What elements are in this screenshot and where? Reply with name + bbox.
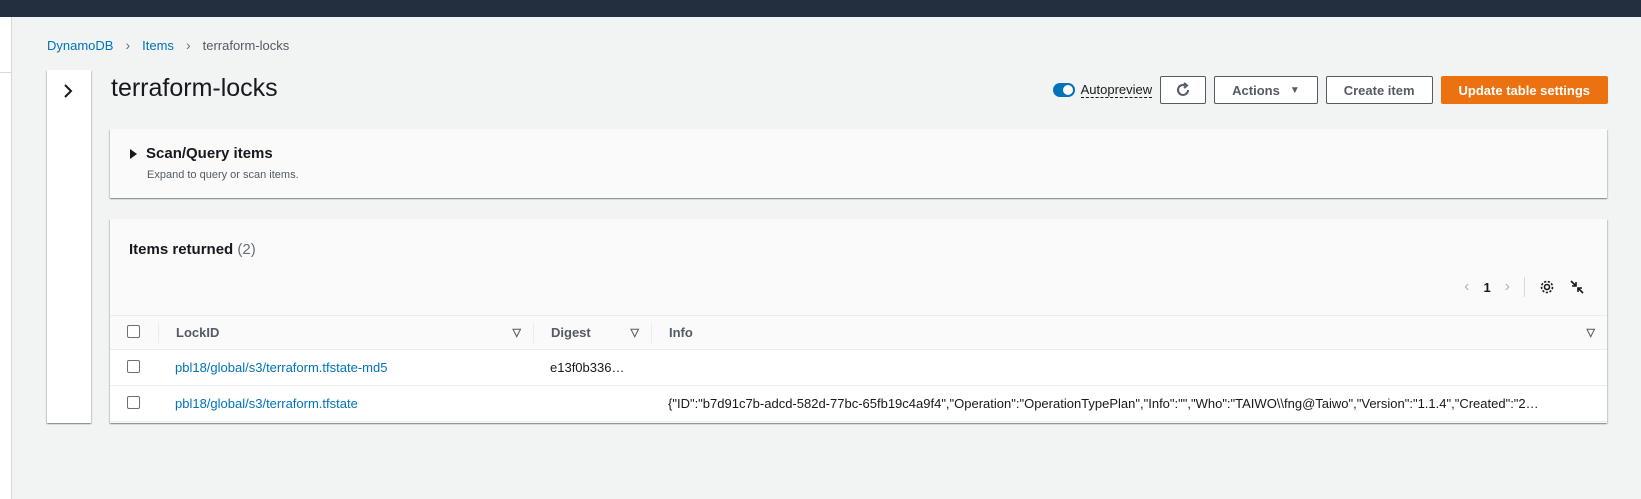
table-row[interactable]: pbl18/global/s3/terraform.tfstate {"ID":… — [110, 385, 1607, 422]
refresh-button[interactable] — [1160, 76, 1207, 104]
caret-right-icon — [130, 148, 137, 159]
info-value: {"ID":"b7d91c7b-adcd-582d-77bc-65fb19c4a… — [668, 396, 1543, 411]
top-navigation-bar — [0, 0, 1641, 17]
scan-query-subtitle: Expand to query or scan items. — [147, 169, 299, 181]
next-page-icon[interactable]: › — [1505, 278, 1510, 296]
page-title: terraform-locks — [111, 74, 278, 102]
column-label: Digest — [551, 325, 591, 340]
breadcrumb-separator-icon: › — [185, 37, 191, 53]
autopreview-toggle[interactable]: Autopreview — [1052, 82, 1153, 98]
row-select-cell — [110, 350, 158, 386]
actions-dropdown-button[interactable]: Actions ▼ — [1214, 76, 1318, 104]
update-table-settings-button[interactable]: Update table settings — [1440, 76, 1608, 104]
create-item-button[interactable]: Create item — [1325, 76, 1433, 104]
breadcrumb-current: terraform-locks — [202, 37, 290, 53]
actions-label: Actions — [1232, 82, 1280, 98]
scan-query-panel: Scan/Query items Expand to query or scan… — [110, 129, 1607, 198]
sort-icon[interactable]: ▽ — [1587, 326, 1595, 339]
chevron-right-icon[interactable] — [61, 84, 75, 98]
column-info[interactable]: Info ▽ — [651, 316, 1607, 350]
info-cell — [651, 350, 1607, 386]
toggle-switch[interactable] — [1052, 83, 1075, 97]
select-all-checkbox[interactable] — [127, 324, 140, 338]
digest-cell: e13f0b336… — [533, 350, 651, 386]
breadcrumb-items[interactable]: Items — [142, 38, 174, 53]
refresh-icon — [1177, 82, 1190, 96]
items-returned-heading: Items returned (2) — [129, 241, 256, 258]
items-returned-title: Items returned — [129, 241, 234, 258]
lockid-link[interactable]: pbl18/global/s3/terraform.tfstate — [175, 396, 358, 411]
column-lockid[interactable]: LockID ▽ — [158, 316, 533, 350]
breadcrumb-separator-icon: › — [125, 37, 131, 53]
table-row[interactable]: pbl18/global/s3/terraform.tfstate-md5 e1… — [110, 349, 1607, 386]
scan-query-title: Scan/Query items — [146, 145, 273, 162]
page-number[interactable]: 1 — [1483, 280, 1490, 295]
column-digest[interactable]: Digest ▽ — [533, 316, 651, 350]
scan-query-expander[interactable]: Scan/Query items — [130, 145, 273, 162]
row-select-cell — [110, 386, 158, 422]
info-cell: {"ID":"b7d91c7b-adcd-582d-77bc-65fb19c4a… — [651, 386, 1607, 422]
autopreview-label: Autopreview — [1080, 82, 1153, 98]
sort-icon[interactable]: ▽ — [513, 326, 521, 339]
lockid-cell: pbl18/global/s3/terraform.tfstate — [158, 386, 533, 422]
header-actions: Autopreview Actions ▼ Create item Update … — [1052, 76, 1608, 104]
items-count: (2) — [237, 241, 256, 258]
digest-cell — [533, 386, 651, 422]
row-checkbox[interactable] — [127, 359, 140, 373]
column-label: Info — [669, 325, 693, 340]
digest-value: e13f0b336… — [550, 360, 625, 375]
caret-down-icon: ▼ — [1289, 84, 1300, 96]
collapse-icon[interactable] — [1569, 279, 1585, 295]
pagination: ‹ 1 › — [1464, 277, 1585, 297]
tables-side-panel — [47, 70, 91, 423]
items-returned-panel: Items returned (2) ‹ 1 › LockID ▽ Digest ▽… — [110, 219, 1607, 423]
gear-icon[interactable] — [1539, 279, 1555, 295]
select-all-cell — [110, 316, 158, 350]
lockid-link[interactable]: pbl18/global/s3/terraform.tfstate-md5 — [175, 360, 387, 375]
column-label: LockID — [176, 325, 220, 340]
nav-divider — [0, 72, 11, 73]
sort-icon[interactable]: ▽ — [631, 326, 639, 339]
row-checkbox[interactable] — [127, 395, 140, 409]
items-table: LockID ▽ Digest ▽ Info ▽ pbl18/global/s3/te… — [110, 315, 1607, 422]
prev-page-icon[interactable]: ‹ — [1464, 278, 1469, 296]
breadcrumb: DynamoDB › Items › terraform-locks — [47, 37, 289, 53]
breadcrumb-dynamodb[interactable]: DynamoDB — [47, 38, 113, 53]
table-header-row: LockID ▽ Digest ▽ Info ▽ — [110, 315, 1607, 350]
lockid-cell: pbl18/global/s3/terraform.tfstate-md5 — [158, 350, 533, 386]
collapsed-left-nav — [0, 17, 12, 499]
pager-divider — [1524, 277, 1525, 297]
